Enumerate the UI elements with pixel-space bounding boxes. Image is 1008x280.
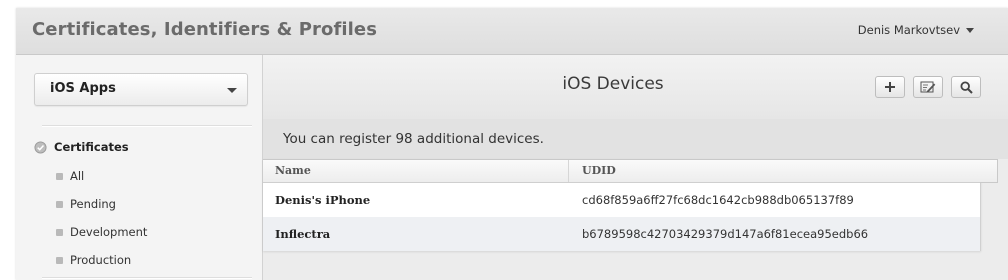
- user-name: Denis Markovtsev: [857, 23, 960, 37]
- app-title: Certificates, Identifiers & Profiles: [32, 19, 378, 40]
- chevron-down-icon: [966, 27, 974, 33]
- bullet-icon: [56, 228, 63, 236]
- device-udid: cd68f859a6ff27fc68dc1642cb988db065137f89: [582, 193, 854, 207]
- device-udid: b6789598c42703429379d147a6f81ecea95edb66: [582, 227, 869, 241]
- notice-text: You can register 98 additional devices.: [283, 131, 544, 147]
- sidebar-section-label: Certificates: [54, 140, 129, 154]
- edit-icon: [920, 81, 936, 93]
- divider: [42, 277, 252, 279]
- sidebar-item-label: Production: [70, 253, 132, 267]
- device-limit-notice: You can register 98 additional devices.: [263, 119, 1008, 159]
- divider: [42, 125, 252, 127]
- plus-icon: [885, 82, 895, 92]
- main-panel: iOS Devices You can register 98 addition…: [263, 55, 1008, 280]
- top-bar: Certificates, Identifiers & Profiles Den…: [16, 8, 1008, 55]
- device-name: Inflectra: [275, 227, 331, 241]
- sidebar-item-label: Pending: [70, 197, 116, 211]
- sidebar-item-production[interactable]: Production: [56, 253, 131, 267]
- table-row[interactable]: Denis's iPhone cd68f859a6ff27fc68dc1642c…: [263, 183, 980, 217]
- sidebar-item-all[interactable]: All: [56, 169, 84, 183]
- main-header: iOS Devices: [263, 55, 1008, 119]
- chevron-down-icon: [227, 88, 237, 93]
- add-device-button[interactable]: [875, 76, 905, 98]
- platform-dropdown[interactable]: iOS Apps: [34, 73, 248, 106]
- bullet-icon: [56, 256, 63, 264]
- table-row[interactable]: Inflectra b6789598c42703429379d147a6f81e…: [263, 217, 980, 251]
- bullet-icon: [56, 172, 63, 180]
- sidebar-section-certificates[interactable]: Certificates: [34, 140, 129, 154]
- sidebar-item-label: All: [70, 169, 85, 183]
- sidebar-item-development[interactable]: Development: [56, 225, 147, 239]
- certificate-icon: [34, 140, 47, 154]
- bullet-icon: [56, 200, 63, 208]
- column-header-udid[interactable]: UDID: [569, 160, 616, 182]
- sidebar-item-label: Development: [70, 225, 148, 239]
- sidebar-item-pending[interactable]: Pending: [56, 197, 116, 211]
- app-window: Certificates, Identifiers & Profiles Den…: [16, 8, 1008, 280]
- search-button[interactable]: [951, 76, 981, 98]
- table-header-scroll-corner: [980, 159, 998, 183]
- devices-table: Name UDID Denis's iPhone cd68f859a6ff27f…: [263, 159, 981, 251]
- edit-button[interactable]: [913, 76, 943, 98]
- user-menu[interactable]: Denis Markovtsev: [858, 23, 974, 37]
- search-icon: [959, 80, 973, 94]
- column-header-name[interactable]: Name: [263, 160, 569, 182]
- table-header: Name UDID: [263, 160, 980, 183]
- page-title: iOS Devices: [562, 74, 664, 94]
- platform-dropdown-label: iOS Apps: [50, 81, 116, 96]
- device-name: Denis's iPhone: [275, 193, 371, 207]
- sidebar: iOS Apps Certificates All Pending Develo…: [16, 55, 263, 280]
